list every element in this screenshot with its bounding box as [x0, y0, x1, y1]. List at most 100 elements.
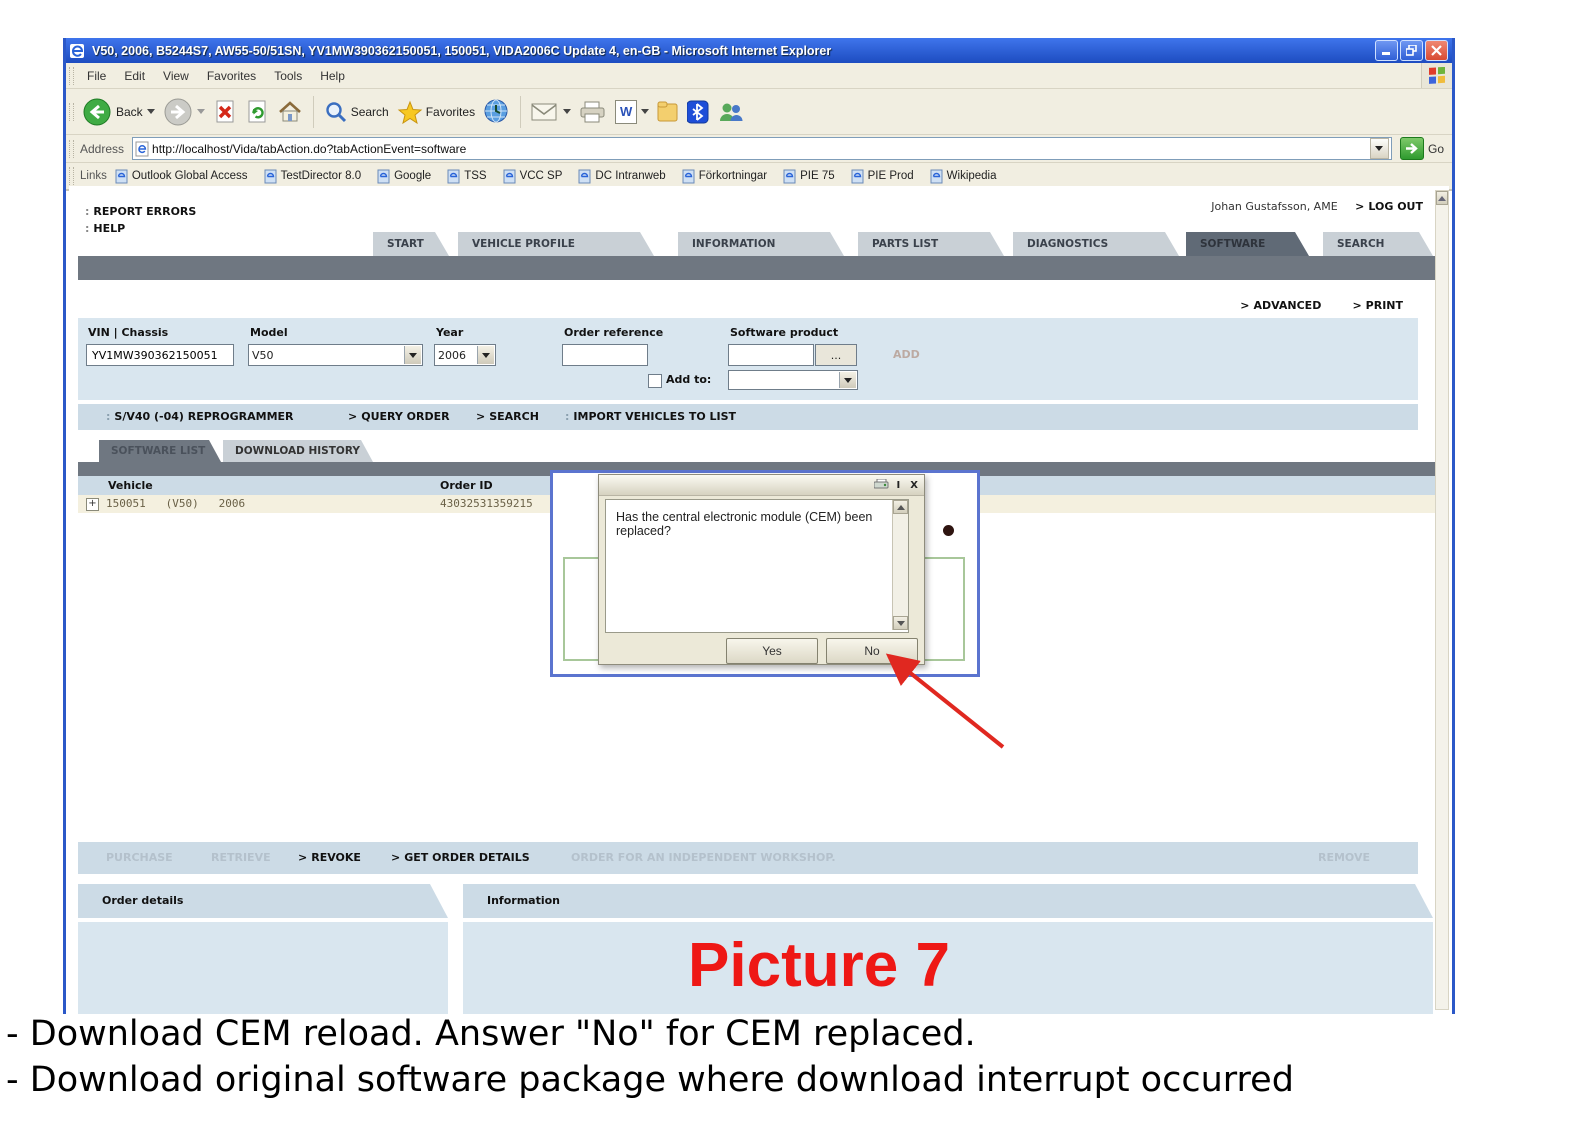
order-reference-input[interactable] [562, 344, 648, 366]
remove-button[interactable]: REMOVE [1318, 851, 1370, 864]
menu-tools[interactable]: Tools [265, 69, 311, 83]
back-dropdown-icon[interactable] [147, 109, 155, 114]
link-wikipedia[interactable]: Wikipedia [930, 169, 997, 184]
scroll-down-icon[interactable] [893, 616, 908, 630]
toolbar-drag-handle[interactable] [69, 103, 74, 121]
close-button[interactable] [1425, 40, 1448, 61]
page-scroll-up-icon[interactable] [1436, 191, 1448, 205]
tab-underline-bar [78, 256, 1435, 280]
stop-button[interactable] [213, 99, 237, 125]
picture-caption: Picture 7 [549, 934, 1089, 998]
link-testdirector[interactable]: TestDirector 8.0 [264, 169, 362, 184]
cem-question-dialog: I X Has the central electronic module (C… [598, 474, 925, 665]
query-order-link[interactable]: >QUERY ORDER [348, 410, 450, 423]
link-outlook[interactable]: Outlook Global Access [115, 169, 248, 184]
link-ie-icon [851, 169, 864, 184]
software-product-input[interactable] [728, 344, 814, 366]
menu-favorites[interactable]: Favorites [198, 69, 265, 83]
no-button[interactable]: No [826, 638, 918, 664]
add-to-dropdown-icon[interactable] [839, 372, 856, 388]
bluetooth-button[interactable] [687, 100, 709, 124]
link-pie-75[interactable]: PIE 75 [783, 169, 835, 184]
logout-link[interactable]: >LOG OUT [1355, 200, 1423, 213]
dialog-info-icon[interactable]: I [897, 480, 901, 491]
dialog-scrollbar[interactable] [892, 500, 908, 630]
menu-file[interactable]: File [78, 69, 115, 83]
go-button[interactable] [1400, 137, 1424, 160]
reprogrammer-link[interactable]: :S/V40 (-04) REPROGRAMMER [106, 410, 294, 423]
get-order-details-button[interactable]: >GET ORDER DETAILS [391, 851, 530, 864]
link-forkortningar[interactable]: Förkortningar [682, 169, 767, 184]
link-dc-intranweb[interactable]: DC Intranweb [578, 169, 665, 184]
model-dropdown-icon[interactable] [404, 346, 421, 364]
print-button[interactable] [579, 100, 607, 124]
yes-button[interactable]: Yes [726, 638, 818, 664]
purchase-button[interactable]: PURCHASE [106, 851, 173, 864]
menu-edit[interactable]: Edit [115, 69, 154, 83]
tab-diagnostics[interactable]: DIAGNOSTICS [1013, 232, 1179, 256]
home-button[interactable] [277, 99, 303, 125]
add-button[interactable]: ADD [893, 348, 920, 361]
import-vehicles-link[interactable]: :IMPORT VEHICLES TO LIST [565, 410, 736, 423]
year-dropdown-icon[interactable] [477, 346, 494, 364]
edit-with-word-button[interactable]: W [615, 100, 649, 124]
year-select[interactable]: 2006 [434, 344, 496, 366]
favorites-button[interactable]: Favorites [397, 100, 475, 124]
print-link[interactable]: >PRINT [1352, 299, 1403, 312]
row-expander-icon[interactable]: + [86, 498, 99, 511]
restore-button[interactable] [1400, 40, 1423, 61]
address-url-input[interactable] [150, 141, 1370, 157]
minimize-button[interactable] [1375, 40, 1398, 61]
messenger-button[interactable] [717, 100, 745, 124]
link-google[interactable]: Google [377, 169, 431, 184]
page-scrollbar[interactable] [1435, 190, 1449, 1010]
link-ie-icon [115, 169, 128, 184]
add-to-checkbox[interactable] [648, 374, 662, 388]
window-titlebar: V50, 2006, B5244S7, AW55-50/51SN, YV1MW3… [66, 38, 1452, 63]
refresh-button[interactable] [245, 99, 269, 125]
scroll-up-icon[interactable] [893, 500, 908, 514]
forward-dropdown-icon[interactable] [197, 109, 205, 114]
back-button[interactable]: Back [82, 97, 155, 127]
search-button[interactable]: Search [324, 100, 389, 124]
help-link[interactable]: :HELP [85, 217, 125, 236]
menu-help[interactable]: Help [311, 69, 354, 83]
address-dropdown-icon[interactable] [1370, 138, 1389, 159]
row-order-id-cell: 43032531359215 [440, 497, 533, 510]
tab-software[interactable]: SOFTWARE [1186, 232, 1309, 256]
search-link[interactable]: >SEARCH [476, 410, 539, 423]
research-button[interactable] [657, 100, 679, 124]
tab-software-list[interactable]: SOFTWARE LIST [99, 440, 221, 462]
tab-start[interactable]: START [373, 232, 449, 256]
toolbar-drag-handle[interactable] [69, 167, 74, 185]
tab-vehicle-profile[interactable]: VEHICLE PROFILE [458, 232, 654, 256]
tab-parts-list[interactable]: PARTS LIST [858, 232, 1004, 256]
tab-information[interactable]: INFORMATION [678, 232, 844, 256]
address-field[interactable] [132, 137, 1392, 160]
mail-button[interactable] [531, 101, 571, 123]
tab-search[interactable]: SEARCH [1323, 232, 1433, 256]
edit-dropdown-icon[interactable] [641, 109, 649, 114]
forward-button[interactable] [163, 97, 205, 127]
search-icon [324, 100, 348, 124]
history-button[interactable] [483, 98, 510, 125]
software-product-browse-button[interactable]: ... [815, 344, 857, 366]
independent-workshop-button[interactable]: ORDER FOR AN INDEPENDENT WORKSHOP. [571, 851, 836, 864]
link-vcc-sp[interactable]: VCC SP [503, 169, 563, 184]
toolbar-drag-handle[interactable] [69, 67, 74, 85]
vin-input[interactable] [86, 344, 234, 366]
link-tss[interactable]: TSS [447, 169, 486, 184]
model-select[interactable]: V50 [248, 344, 423, 366]
year-label: Year [436, 326, 463, 339]
link-pie-prod[interactable]: PIE Prod [851, 169, 914, 184]
retrieve-button[interactable]: RETRIEVE [211, 851, 271, 864]
menu-view[interactable]: View [154, 69, 198, 83]
toolbar-drag-handle[interactable] [69, 140, 74, 158]
dialog-close-icon[interactable]: X [910, 480, 918, 491]
add-to-select[interactable] [728, 370, 858, 390]
tab-download-history[interactable]: DOWNLOAD HISTORY [223, 440, 373, 462]
dialog-print-icon[interactable] [874, 479, 889, 491]
advanced-link[interactable]: >ADVANCED [1240, 299, 1321, 312]
revoke-button[interactable]: >REVOKE [298, 851, 361, 864]
mail-dropdown-icon[interactable] [563, 109, 571, 114]
